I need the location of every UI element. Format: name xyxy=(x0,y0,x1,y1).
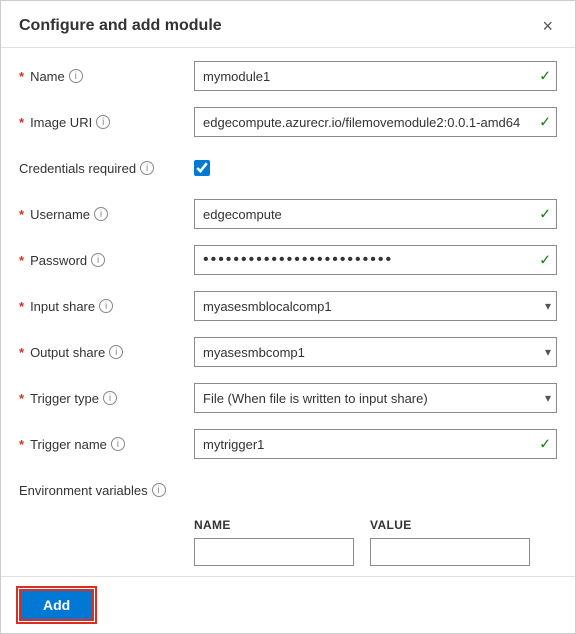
env-value-input[interactable] xyxy=(370,538,530,566)
image-uri-row: * Image URI i ✓ xyxy=(19,104,557,140)
password-label: * Password i xyxy=(19,253,194,268)
trigger-type-select-wrap: File (When file is written to input shar… xyxy=(194,383,557,413)
trigger-name-input-wrap: ✓ xyxy=(194,429,557,459)
dialog-header: Configure and add module × xyxy=(1,1,575,48)
env-label-row: Environment variables i xyxy=(19,472,557,508)
credentials-label-text: Credentials required xyxy=(19,161,136,176)
trigger-name-row: * Trigger name i ✓ xyxy=(19,426,557,462)
username-input-wrap: ✓ xyxy=(194,199,557,229)
trigger-type-label: * Trigger type i xyxy=(19,391,194,406)
env-variables-label: Environment variables i xyxy=(19,483,194,498)
input-share-label: * Input share i xyxy=(19,299,194,314)
input-share-required-star: * xyxy=(19,299,24,314)
env-name-header: NAME xyxy=(194,518,354,532)
trigger-name-label: * Trigger name i xyxy=(19,437,194,452)
username-label: * Username i xyxy=(19,207,194,222)
output-share-label: * Output share i xyxy=(19,345,194,360)
password-info-icon[interactable]: i xyxy=(91,253,105,267)
image-uri-label: * Image URI i xyxy=(19,115,194,130)
name-label: * Name i xyxy=(19,69,194,84)
username-label-text: Username xyxy=(30,207,90,222)
output-share-required-star: * xyxy=(19,345,24,360)
env-headers: NAME VALUE xyxy=(19,518,557,532)
trigger-type-select[interactable]: File (When file is written to input shar… xyxy=(194,383,557,413)
credentials-checkbox[interactable] xyxy=(194,160,210,176)
input-share-select-wrap: myasesmblocalcomp1 ▾ xyxy=(194,291,557,321)
name-input[interactable] xyxy=(194,61,557,91)
image-uri-info-icon[interactable]: i xyxy=(96,115,110,129)
dialog-title: Configure and add module xyxy=(19,17,222,35)
dialog-footer: Add xyxy=(1,576,575,633)
input-share-label-text: Input share xyxy=(30,299,95,314)
image-uri-input[interactable] xyxy=(194,107,557,137)
trigger-type-label-text: Trigger type xyxy=(30,391,99,406)
output-share-info-icon[interactable]: i xyxy=(109,345,123,359)
username-required-star: * xyxy=(19,207,24,222)
output-share-label-text: Output share xyxy=(30,345,105,360)
trigger-type-required-star: * xyxy=(19,391,24,406)
trigger-name-label-text: Trigger name xyxy=(30,437,107,452)
credentials-label: Credentials required i xyxy=(19,161,194,176)
password-input-wrap: ✓ xyxy=(194,245,557,275)
name-input-wrap: ✓ xyxy=(194,61,557,91)
input-share-info-icon[interactable]: i xyxy=(99,299,113,313)
env-info-icon[interactable]: i xyxy=(152,483,166,497)
output-share-select-wrap: myasesmbcomp1 ▾ xyxy=(194,337,557,367)
credentials-checkbox-wrap xyxy=(194,160,557,176)
credentials-info-icon[interactable]: i xyxy=(140,161,154,175)
credentials-row: Credentials required i xyxy=(19,150,557,186)
name-label-text: Name xyxy=(30,69,65,84)
trigger-type-info-icon[interactable]: i xyxy=(103,391,117,405)
add-button[interactable]: Add xyxy=(19,589,94,621)
trigger-name-input[interactable] xyxy=(194,429,557,459)
username-info-icon[interactable]: i xyxy=(94,207,108,221)
input-share-select[interactable]: myasesmblocalcomp1 xyxy=(194,291,557,321)
image-uri-label-text: Image URI xyxy=(30,115,92,130)
image-uri-required-star: * xyxy=(19,115,24,130)
dialog-body: * Name i ✓ * Image URI i ✓ Cre xyxy=(1,48,575,576)
input-share-row: * Input share i myasesmblocalcomp1 ▾ xyxy=(19,288,557,324)
password-input[interactable] xyxy=(194,245,557,275)
env-section: Environment variables i NAME VALUE xyxy=(19,472,557,566)
configure-module-dialog: Configure and add module × * Name i ✓ * … xyxy=(0,0,576,634)
env-name-input[interactable] xyxy=(194,538,354,566)
env-input-row xyxy=(19,538,557,566)
username-input[interactable] xyxy=(194,199,557,229)
output-share-select[interactable]: myasesmbcomp1 xyxy=(194,337,557,367)
username-row: * Username i ✓ xyxy=(19,196,557,232)
env-variables-label-text: Environment variables xyxy=(19,483,148,498)
name-row: * Name i ✓ xyxy=(19,58,557,94)
password-row: * Password i ✓ xyxy=(19,242,557,278)
output-share-row: * Output share i myasesmbcomp1 ▾ xyxy=(19,334,557,370)
env-value-header: VALUE xyxy=(370,518,530,532)
trigger-type-row: * Trigger type i File (When file is writ… xyxy=(19,380,557,416)
password-label-text: Password xyxy=(30,253,87,268)
trigger-name-info-icon[interactable]: i xyxy=(111,437,125,451)
name-info-icon[interactable]: i xyxy=(69,69,83,83)
image-uri-input-wrap: ✓ xyxy=(194,107,557,137)
name-required-star: * xyxy=(19,69,24,84)
password-required-star: * xyxy=(19,253,24,268)
trigger-name-required-star: * xyxy=(19,437,24,452)
close-button[interactable]: × xyxy=(538,15,557,37)
